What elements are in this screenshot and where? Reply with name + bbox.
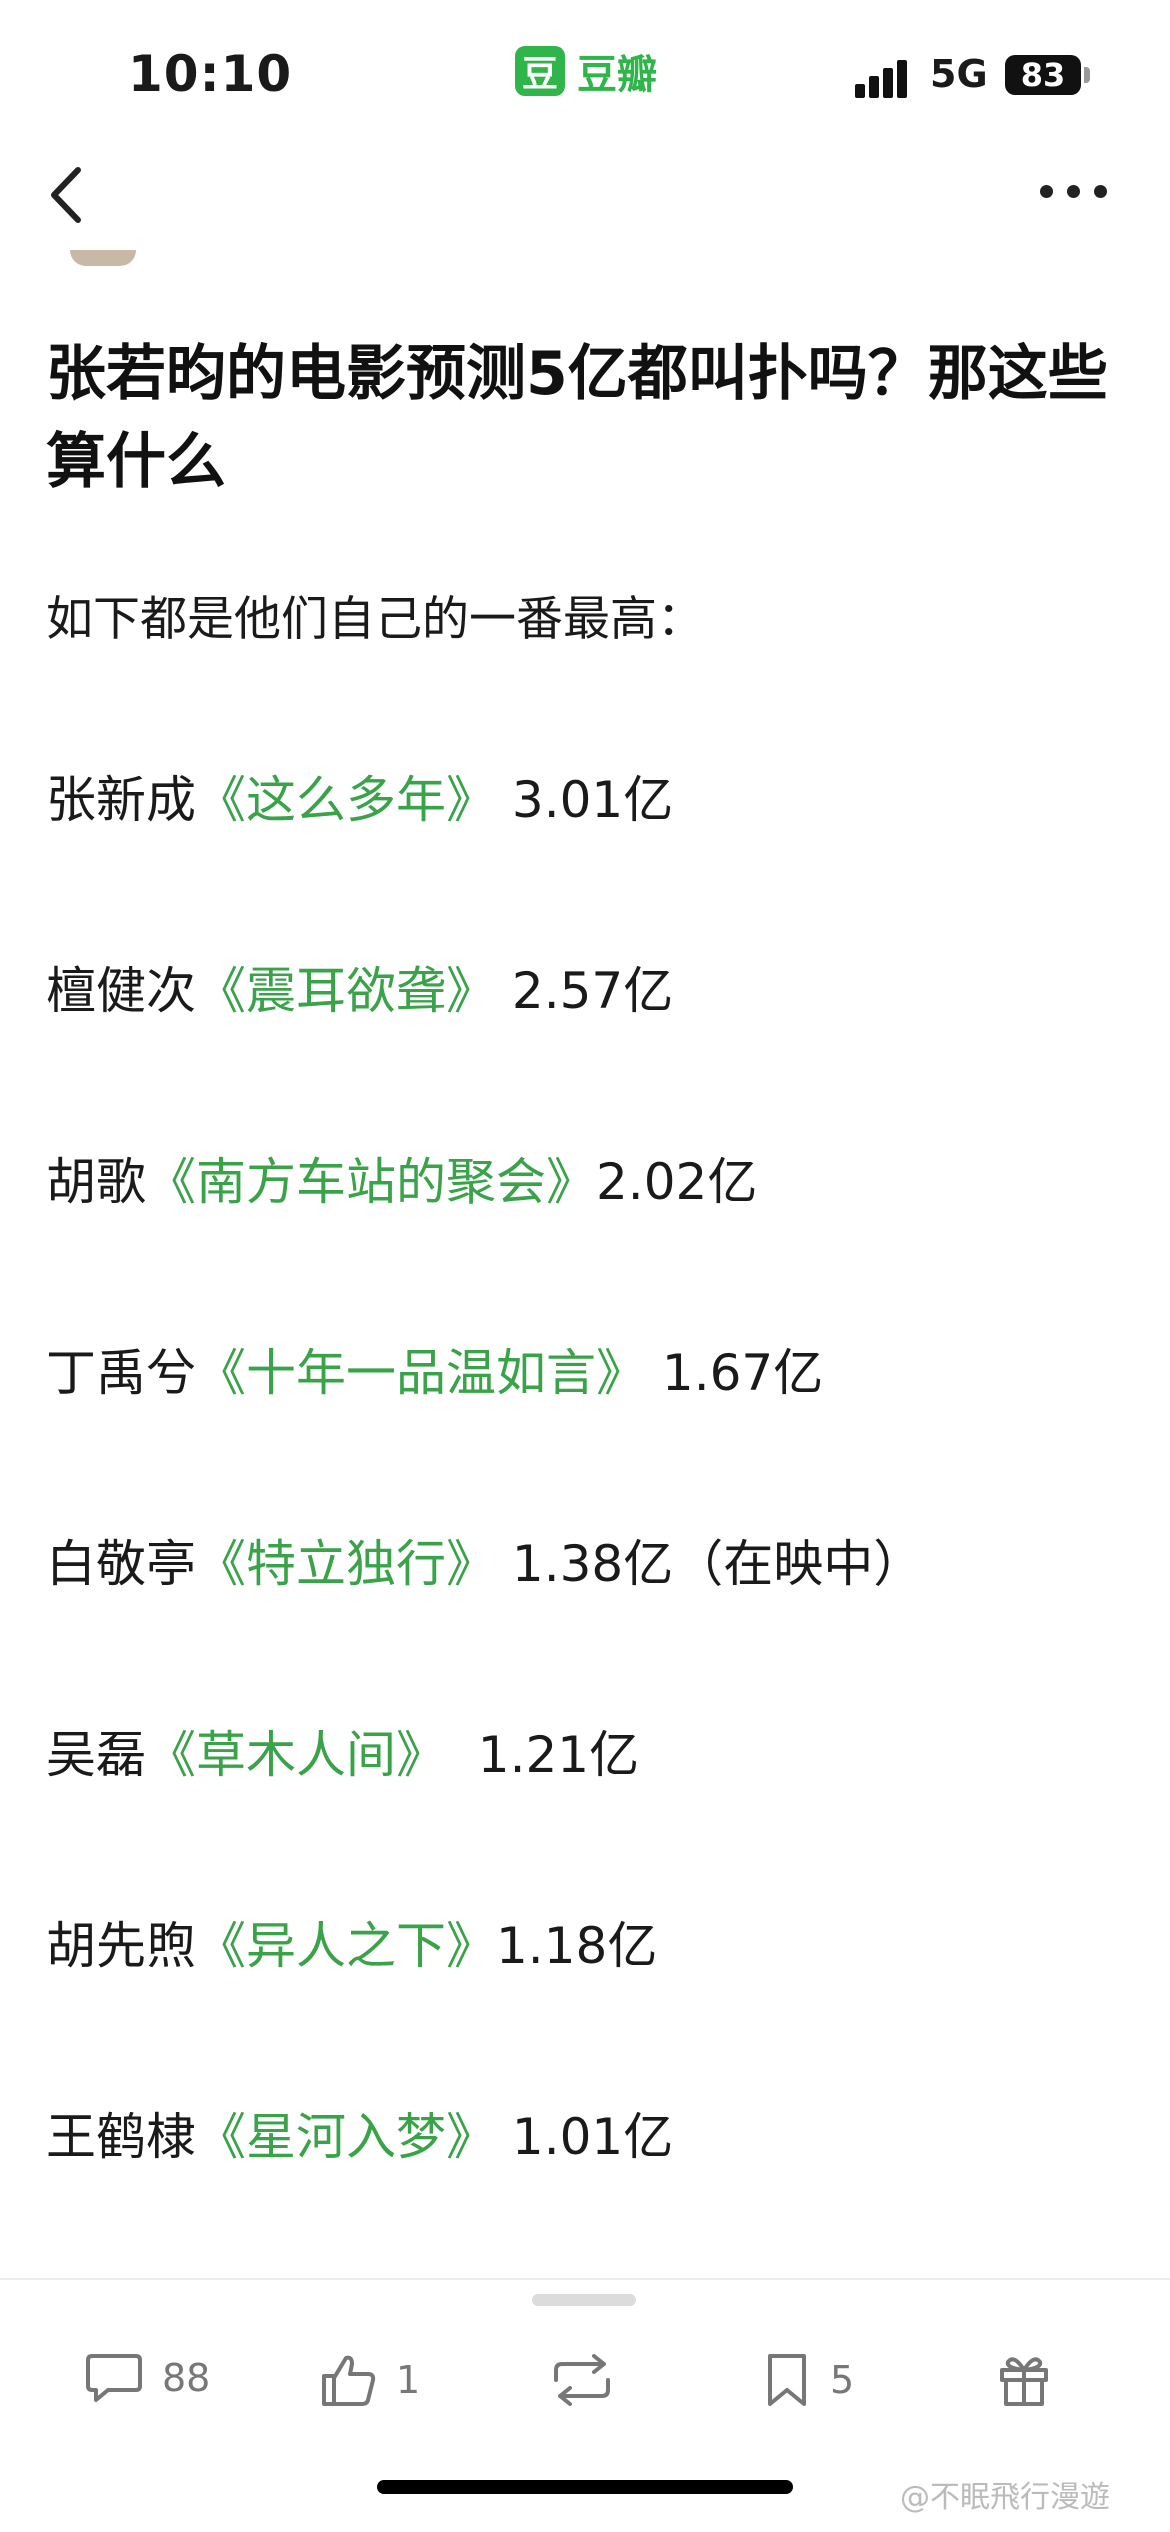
comment-count: 88 (162, 2356, 211, 2400)
box-office-value: 3.01亿 (496, 771, 674, 829)
status-time: 10:10 (128, 45, 293, 103)
actor-name: 胡先煦 (46, 1917, 196, 1975)
movie-title-link[interactable]: 《草木人间》 (146, 1726, 446, 1784)
actor-name: 王鹤棣 (46, 2108, 196, 2166)
douban-app-icon: 豆 (515, 46, 565, 96)
actor-name: 白敬亭 (46, 1535, 196, 1593)
box-office-value: 2.57亿 (496, 962, 674, 1020)
home-indicator[interactable] (377, 2480, 793, 2494)
movie-title-link[interactable]: 《这么多年》 (196, 771, 496, 829)
comment-button[interactable]: 88 (84, 2350, 210, 2406)
status-bar: 10:10 豆 豆瓣 5G 83 (0, 0, 1170, 150)
actor-name: 檀健次 (46, 962, 196, 1020)
like-count: 1 (396, 2358, 421, 2402)
movie-title-link[interactable]: 《十年一品温如言》 (196, 1344, 646, 1402)
bookmark-icon (768, 2354, 806, 2406)
box-office-value: 1.18亿 (496, 1917, 658, 1975)
more-dot (1067, 185, 1080, 198)
collect-button[interactable]: 5 (762, 2350, 854, 2410)
gift-icon (1000, 2357, 1048, 2406)
box-office-value: 1.67亿 (646, 1344, 824, 1402)
like-button[interactable]: 1 (318, 2350, 420, 2410)
comment-bubble-icon (86, 2354, 142, 2402)
cellular-signal-icon (855, 58, 911, 98)
network-type: 5G (930, 52, 988, 96)
movie-title-link[interactable]: 《南方车站的聚会》 (146, 1153, 596, 1211)
app-name: 豆瓣 (577, 52, 657, 98)
repost-icon (554, 2354, 610, 2406)
post-intro: 如下都是他们自己的一番最高： (46, 592, 704, 647)
box-office-list: 张新成《这么多年》 3.01亿 檀健次《震耳欲聋》 2.57亿 胡歌《南方车站的… (46, 770, 1146, 2298)
list-item: 王鹤棣《星河入梦》 1.01亿 (46, 2107, 1146, 2298)
list-item: 胡先煦《异人之下》1.18亿 (46, 1916, 1146, 2107)
list-item: 张新成《这么多年》 3.01亿 (46, 770, 1146, 961)
list-item: 胡歌《南方车站的聚会》2.02亿 (46, 1152, 1146, 1343)
gift-button[interactable] (996, 2350, 1052, 2410)
more-dot (1094, 185, 1107, 198)
app-badge: 豆 豆瓣 (515, 42, 657, 100)
actor-name: 丁禹兮 (46, 1344, 196, 1402)
action-toolbar: 88 1 5 (0, 2310, 1170, 2430)
movie-title-link[interactable]: 《震耳欲聋》 (196, 962, 496, 1020)
battery-icon: 83 (1005, 55, 1081, 95)
box-office-value: 1.38亿（在映中） (496, 1535, 924, 1593)
box-office-value: 1.21亿 (446, 1726, 640, 1784)
back-button[interactable] (40, 160, 100, 230)
post-title: 张若昀的电影预测5亿都叫扑吗？那这些算什么 (46, 339, 1108, 497)
actor-name: 胡歌 (46, 1153, 146, 1211)
movie-title-link[interactable]: 《星河入梦》 (196, 2108, 496, 2166)
movie-title-link[interactable]: 《异人之下》 (196, 1917, 496, 1975)
actor-name: 吴磊 (46, 1726, 146, 1784)
list-item: 檀健次《震耳欲聋》 2.57亿 (46, 961, 1146, 1152)
list-item: 丁禹兮《十年一品温如言》 1.67亿 (46, 1343, 1146, 1534)
box-office-value: 2.02亿 (596, 1153, 758, 1211)
chevron-left-icon (51, 167, 81, 223)
more-button[interactable] (1040, 185, 1120, 209)
list-item: 吴磊《草木人间》 1.21亿 (46, 1725, 1146, 1916)
list-item: 白敬亭《特立独行》 1.38亿（在映中） (46, 1534, 1146, 1725)
sheet-grabber[interactable] (532, 2294, 636, 2306)
actor-name: 张新成 (46, 771, 196, 829)
divider (0, 2278, 1170, 2280)
battery-tip (1084, 67, 1090, 83)
box-office-value: 1.01亿 (496, 2108, 674, 2166)
repost-button[interactable] (548, 2350, 616, 2410)
avatar[interactable] (70, 250, 136, 266)
collect-count: 5 (830, 2358, 855, 2402)
thumbs-up-icon (322, 2355, 376, 2406)
weibo-watermark: @不眠飛行漫遊 (900, 2480, 1110, 2515)
more-dot (1040, 185, 1053, 198)
movie-title-link[interactable]: 《特立独行》 (196, 1535, 496, 1593)
